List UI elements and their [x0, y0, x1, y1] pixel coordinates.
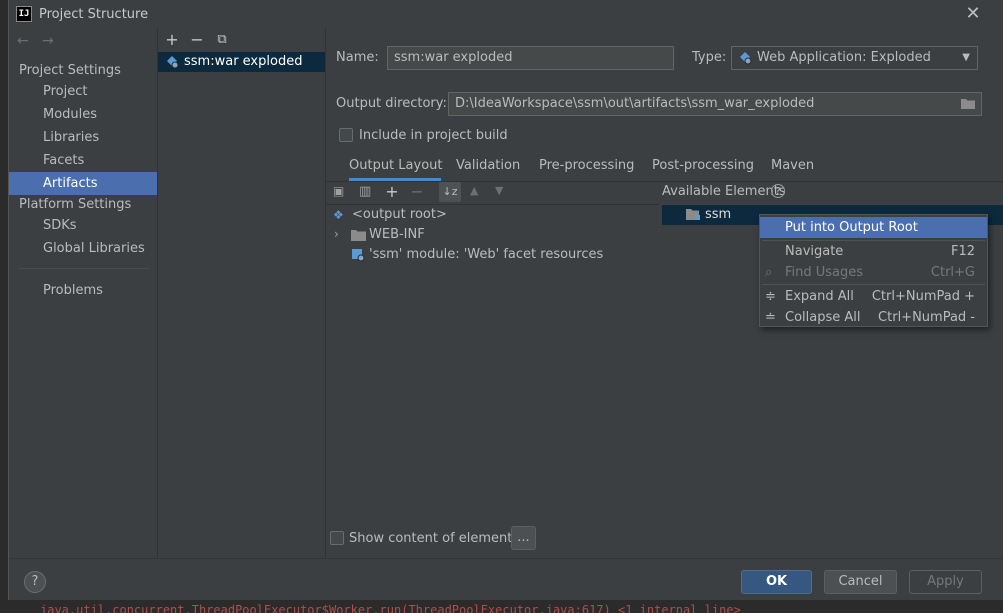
folder-icon[interactable] — [960, 97, 976, 110]
collapse-all-icon: ≐ — [765, 310, 776, 325]
menu-item-shortcut: Ctrl+NumPad - — [878, 310, 975, 325]
tab-validation[interactable]: Validation — [456, 159, 520, 181]
window-title: Project Structure — [39, 7, 149, 22]
back-arrow-icon[interactable]: ← — [17, 33, 29, 49]
menu-item-collapse-all[interactable]: ≐ Collapse All Ctrl+NumPad - — [760, 307, 987, 328]
footer-divider — [9, 558, 1003, 559]
ok-button[interactable]: OK — [741, 570, 812, 594]
layout-toolbar-divider — [326, 204, 659, 205]
menu-item-shortcut: F12 — [950, 244, 975, 259]
settings-sidebar: ← → Project Settings Project Modules Lib… — [9, 28, 157, 558]
type-select-value: Web Application: Exploded — [757, 50, 931, 65]
sidebar-item-libraries[interactable]: Libraries — [9, 126, 157, 149]
web-inf-node[interactable]: WEB-INF — [369, 227, 425, 242]
sidebar-item-sdks[interactable]: SDKs — [9, 214, 157, 237]
project-structure-dialog: IJ Project Structure ✕ ← → Project Setti… — [8, 0, 1003, 600]
sidebar-item-artifacts[interactable]: Artifacts — [9, 172, 157, 195]
artifact-item-label: ssm:war exploded — [184, 54, 303, 69]
tab-maven[interactable]: Maven — [771, 159, 814, 181]
menu-item-find-usages: ⌕ Find Usages Ctrl+G — [760, 262, 987, 283]
sort-elements-icon[interactable]: ↓z — [439, 182, 461, 202]
expand-all-icon: ≑ — [765, 289, 776, 304]
menu-item-put-into-output-root[interactable]: Put into Output Root — [760, 217, 987, 238]
name-field[interactable]: ssm:war exploded — [387, 46, 674, 70]
artifacts-list-panel: + − ⧉ ssm:war exploded — [157, 28, 326, 558]
move-down-icon[interactable]: ▼ — [495, 184, 503, 197]
sidebar-item-facets[interactable]: Facets — [9, 149, 157, 172]
available-ssm-label: ssm — [705, 207, 732, 222]
cancel-button[interactable]: Cancel — [824, 570, 897, 594]
chevron-right-icon[interactable]: › — [334, 227, 339, 241]
menu-item-navigate[interactable]: Navigate F12 — [760, 241, 987, 262]
intellij-app-icon: IJ — [16, 6, 32, 22]
tabs-divider — [326, 181, 1003, 182]
menu-separator — [762, 284, 985, 285]
sidebar-item-modules[interactable]: Modules — [9, 103, 157, 126]
copy-icon[interactable]: ⧉ — [213, 31, 231, 49]
output-directory-field[interactable]: D:\IdeaWorkspace\ssm\out\artifacts\ssm_w… — [448, 92, 982, 116]
sidebar-divider — [19, 268, 149, 269]
archive-icon[interactable]: ▥ — [359, 184, 373, 200]
type-label: Type: — [692, 50, 727, 65]
output-root-node[interactable]: <output root> — [352, 207, 447, 222]
tab-output-layout[interactable]: Output Layout — [349, 159, 442, 181]
name-label: Name: — [336, 50, 379, 65]
project-settings-heading: Project Settings — [19, 63, 121, 78]
sidebar-item-problems[interactable]: Problems — [9, 279, 157, 302]
menu-item-label: Collapse All — [785, 310, 861, 325]
tab-post-processing[interactable]: Post-processing — [652, 159, 754, 181]
available-elements-heading: Available Elements — [662, 184, 786, 199]
tab-pre-processing[interactable]: Pre-processing — [539, 159, 634, 181]
platform-settings-heading: Platform Settings — [19, 197, 132, 212]
output-root-icon: ❖ — [333, 208, 344, 222]
output-directory-label: Output directory: — [336, 96, 447, 111]
background-console: java.util.concurrent.ThreadPoolExecutor$… — [0, 600, 1003, 613]
remove-element-icon[interactable]: − — [408, 183, 426, 201]
sidebar-item-global-libraries[interactable]: Global Libraries — [9, 237, 157, 260]
include-in-build-label: Include in project build — [359, 128, 508, 143]
menu-item-label: Navigate — [785, 244, 844, 259]
close-icon[interactable]: ✕ — [962, 3, 984, 25]
move-up-icon[interactable]: ▲ — [470, 184, 478, 197]
title-bar: IJ Project Structure ✕ — [9, 0, 1003, 28]
web-facet-icon — [352, 249, 365, 262]
web-artifact-icon — [740, 52, 752, 65]
console-line: java.util.concurrent.ThreadPoolExecutor$… — [40, 603, 741, 613]
web-artifact-icon — [167, 56, 179, 69]
add-copy-of-icon[interactable]: + — [383, 183, 401, 201]
type-select[interactable]: Web Application: Exploded ▼ — [731, 46, 978, 70]
show-content-settings-button[interactable]: ... — [511, 526, 536, 550]
artifact-item[interactable]: ssm:war exploded — [158, 52, 325, 72]
help-button[interactable]: ? — [24, 571, 46, 593]
folder-icon — [351, 230, 366, 241]
menu-item-expand-all[interactable]: ≑ Expand All Ctrl+NumPad + — [760, 286, 987, 307]
menu-item-label: Expand All — [785, 289, 854, 304]
menu-item-shortcut: Ctrl+G — [930, 265, 975, 280]
menu-item-label: Put into Output Root — [785, 220, 918, 235]
apply-button[interactable]: Apply — [909, 570, 982, 594]
show-content-label: Show content of elements — [349, 531, 520, 546]
chevron-down-icon: ▼ — [962, 52, 970, 63]
help-circle-icon[interactable]: ? — [771, 184, 785, 198]
sidebar-item-project[interactable]: Project — [9, 80, 157, 103]
module-folder-icon — [686, 209, 700, 220]
add-icon[interactable]: + — [163, 31, 181, 49]
menu-item-shortcut: Ctrl+NumPad + — [871, 289, 975, 304]
include-in-build-checkbox[interactable] — [339, 128, 353, 142]
create-directory-icon[interactable]: ▣ — [333, 184, 349, 200]
forward-arrow-icon[interactable]: → — [42, 33, 54, 49]
show-content-checkbox[interactable] — [330, 531, 344, 545]
search-icon: ⌕ — [765, 265, 773, 280]
context-menu: Put into Output Root Navigate F12 ⌕ Find… — [759, 214, 988, 327]
facet-resources-node[interactable]: 'ssm' module: 'Web' facet resources — [369, 247, 603, 262]
remove-icon[interactable]: − — [188, 31, 206, 49]
menu-item-label: Find Usages — [785, 265, 864, 280]
